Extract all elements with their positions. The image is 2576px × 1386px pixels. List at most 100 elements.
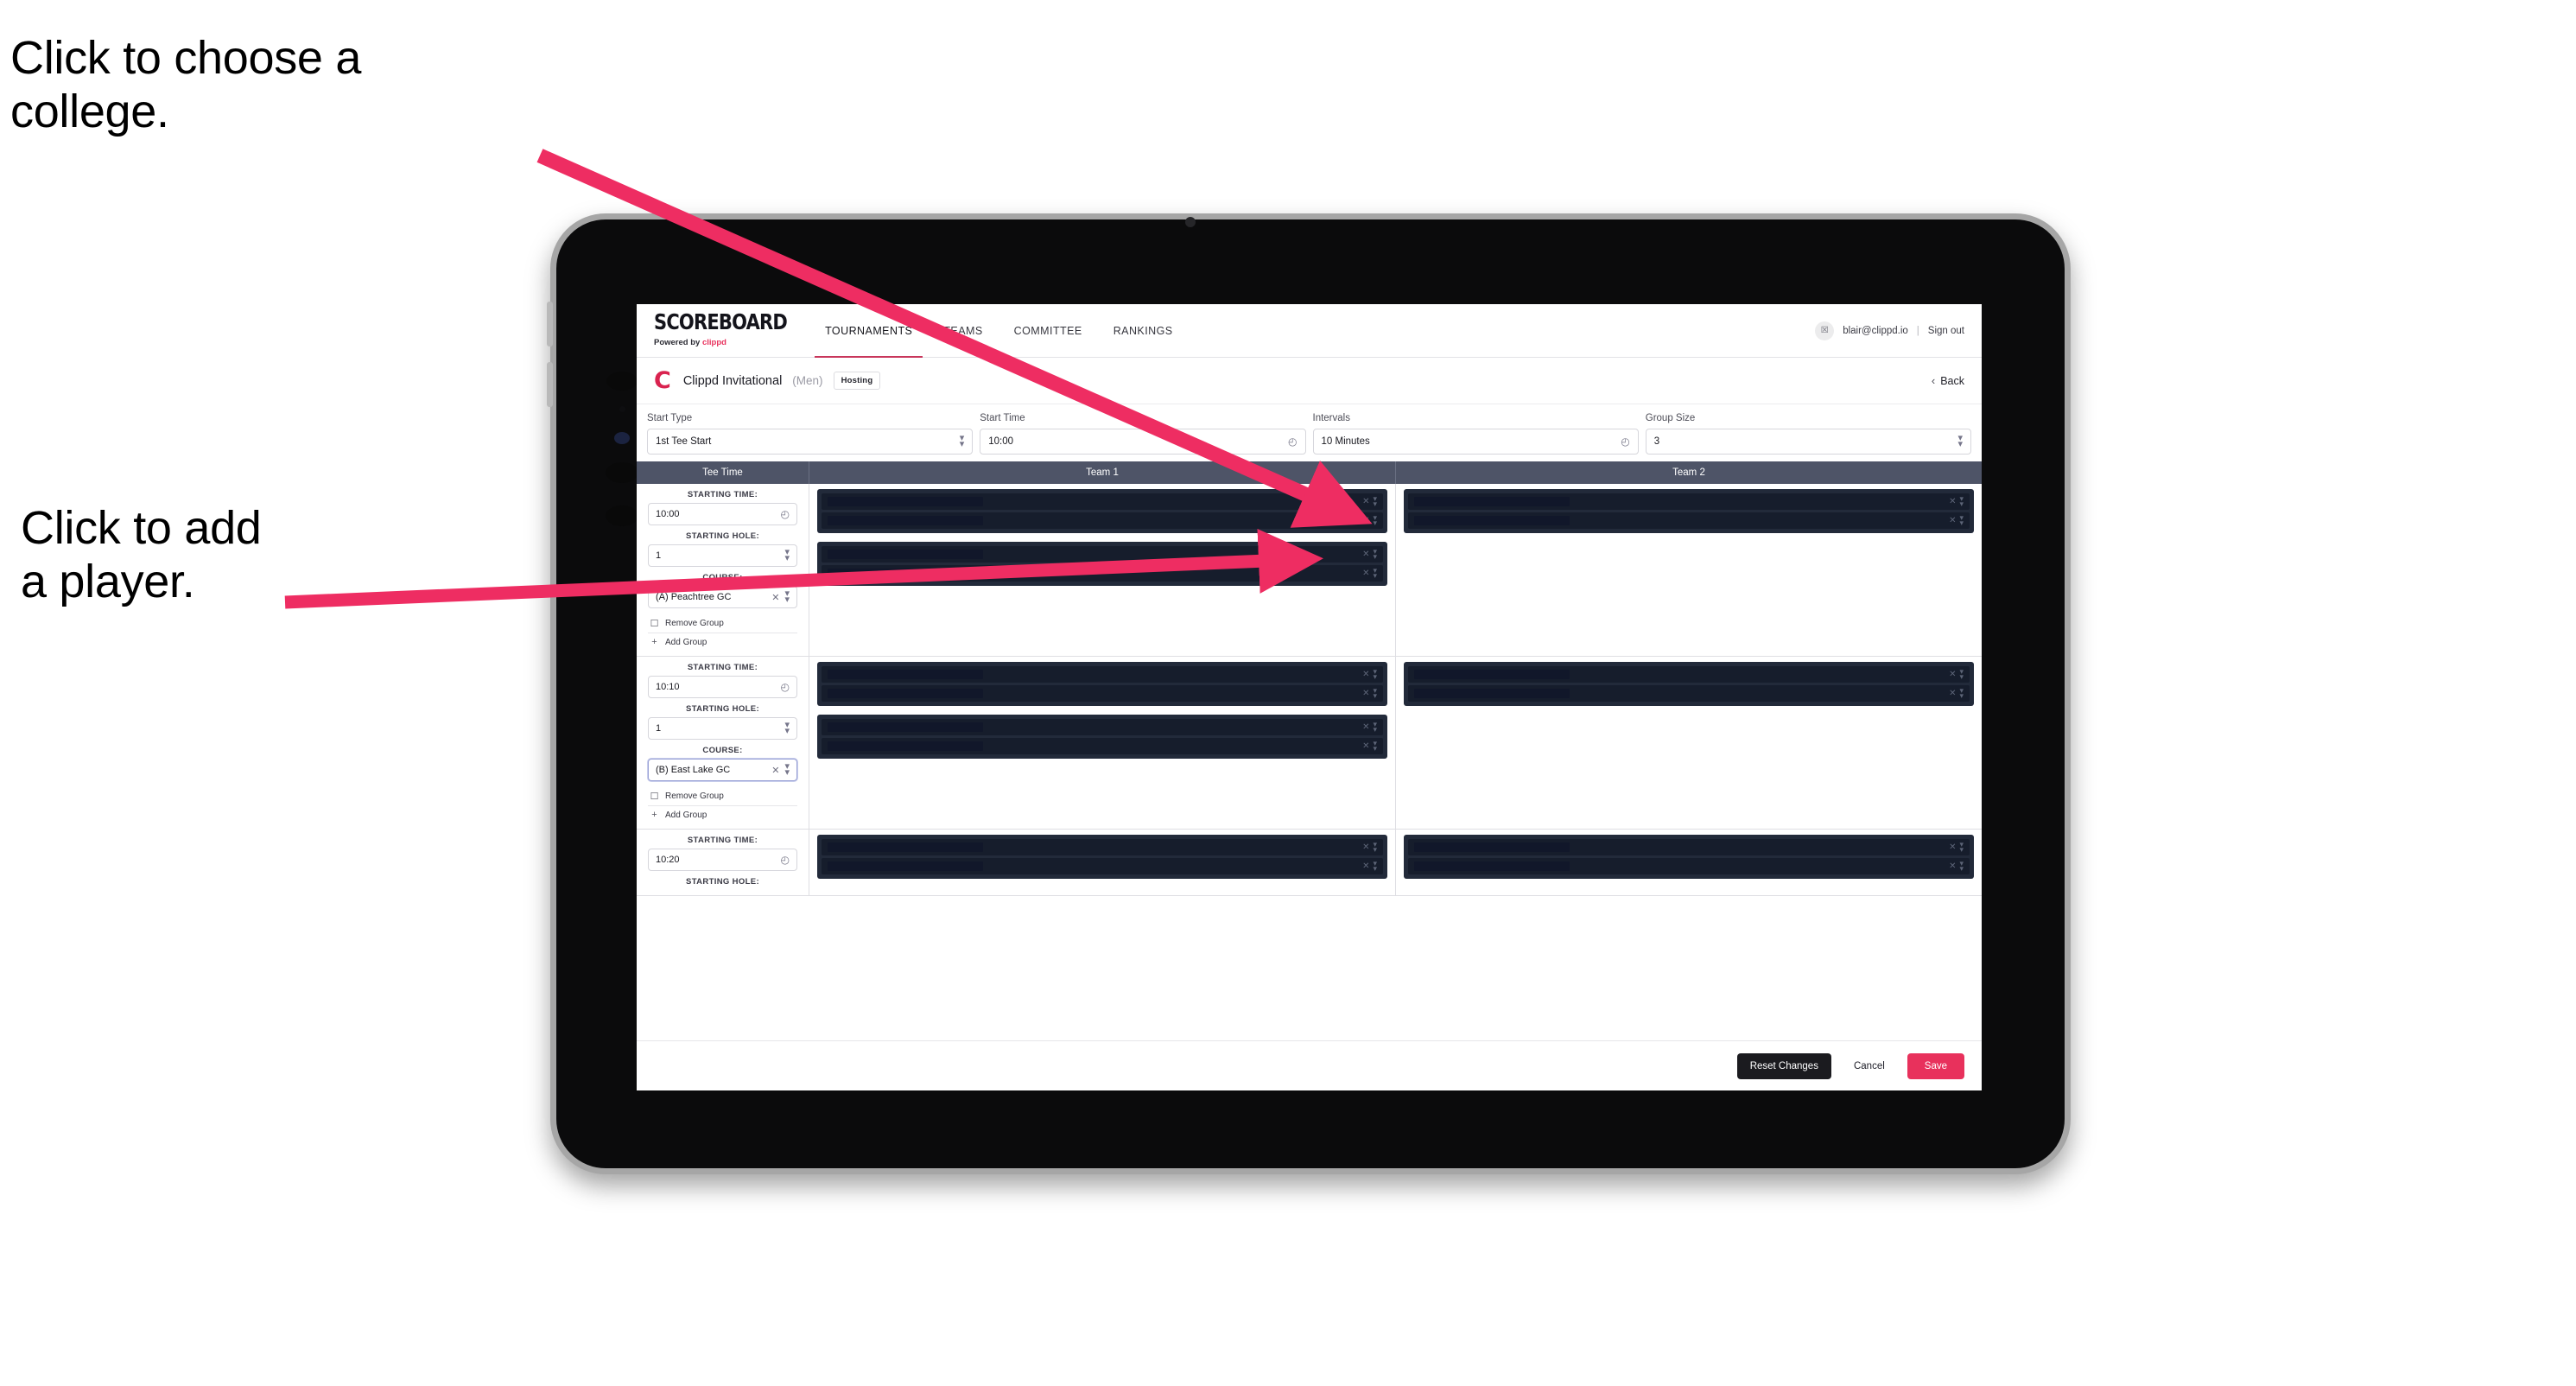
chevron-updown-icon[interactable]: ▾ ▾ <box>1373 547 1377 560</box>
clear-icon[interactable]: ✕ <box>771 765 779 776</box>
player-slot-row[interactable]: ✕ ▾ ▾ <box>822 839 1383 855</box>
player-slot-row[interactable]: ✕ ▾ ▾ <box>822 565 1383 582</box>
player-group-box[interactable]: ✕ ▾ ▾ ✕ ▾ ▾ <box>817 715 1387 759</box>
group-size-select[interactable]: 3 ▾ ▾ <box>1645 429 1971 455</box>
chevron-updown-icon[interactable]: ▾ ▾ <box>1373 566 1377 579</box>
player-slot-row[interactable]: ✕ ▾ ▾ <box>822 493 1383 510</box>
player-group-box[interactable]: ✕ ▾ ▾ ✕ ▾ ▾ <box>1404 835 1974 879</box>
clear-icon[interactable]: ✕ <box>771 592 779 603</box>
course-select[interactable]: (A) Peachtree GC ✕ ▾ ▾ <box>648 586 797 608</box>
player-slot-row[interactable]: ✕ ▾ ▾ <box>822 685 1383 702</box>
player-group-box[interactable]: ✕ ▾ ▾ ✕ ▾ ▾ <box>817 835 1387 879</box>
player-slot-row[interactable]: ✕ ▾ ▾ <box>822 719 1383 735</box>
player-slot-row[interactable]: ✕ ▾ ▾ <box>1408 858 1970 874</box>
player-slot-row[interactable]: ✕ ▾ ▾ <box>822 666 1383 683</box>
clear-icon[interactable]: ✕ <box>1362 741 1369 751</box>
chevron-updown-icon[interactable]: ▾ ▾ <box>784 548 790 563</box>
chevron-updown-icon[interactable]: ▾ ▾ <box>784 589 790 605</box>
chevron-updown-icon[interactable]: ▾ ▾ <box>1373 667 1377 680</box>
clear-icon[interactable]: ✕ <box>1949 861 1956 871</box>
chevron-updown-icon[interactable]: ▾ ▾ <box>1959 686 1964 699</box>
starting-time-input[interactable]: 10:00 ◴ <box>648 503 797 525</box>
back-button[interactable]: ‹ Back <box>1932 374 1964 387</box>
field-start-type-label: Start Type <box>647 413 693 423</box>
tee-sheet-group-row: STARTING TIME: 10:00 ◴ STARTING HOLE: 1 ▾ ▾ COU… <box>637 484 1982 657</box>
save-button[interactable]: Save <box>1907 1052 1964 1079</box>
player-group-box[interactable]: ✕ ▾ ▾ ✕ ▾ ▾ <box>1404 489 1974 533</box>
clear-icon[interactable]: ✕ <box>1362 550 1369 559</box>
chevron-updown-icon[interactable]: ▾ ▾ <box>1373 840 1377 853</box>
chevron-updown-icon[interactable]: ▾ ▾ <box>1373 494 1377 507</box>
chevron-updown-icon[interactable]: ▾ ▾ <box>1959 494 1964 507</box>
remove-group-button-icon: ☐ <box>650 792 659 802</box>
field-intervals: Intervals 10 Minutes ◴ <box>1312 413 1639 455</box>
clear-icon[interactable]: ✕ <box>1949 497 1956 506</box>
sign-out-link[interactable]: Sign out <box>1928 326 1964 336</box>
starting-time-input[interactable]: 10:20 ◴ <box>648 849 797 871</box>
start-type-select[interactable]: 1st Tee Start ▾ ▾ <box>647 429 974 455</box>
player-group-box[interactable]: ✕ ▾ ▾ ✕ ▾ ▾ <box>817 662 1387 706</box>
chevron-updown-icon[interactable]: ▾ ▾ <box>1959 859 1964 872</box>
clear-icon[interactable]: ✕ <box>1362 689 1369 698</box>
chevron-updown-icon[interactable]: ▾ ▾ <box>1373 859 1377 872</box>
tab-tournaments[interactable]: TOURNAMENTS <box>809 304 928 358</box>
starting-hole-input[interactable]: 1 ▾ ▾ <box>648 717 797 740</box>
player-slot-row[interactable]: ✕ ▾ ▾ <box>1408 493 1970 510</box>
player-name-redacted <box>828 722 983 732</box>
player-slot-row[interactable]: ✕ ▾ ▾ <box>822 512 1383 529</box>
clear-icon[interactable]: ✕ <box>1949 689 1956 698</box>
clear-icon[interactable]: ✕ <box>1362 861 1369 871</box>
chevron-updown-icon[interactable]: ▾ ▾ <box>784 721 790 736</box>
clock-icon: ◴ <box>780 854 790 866</box>
chevron-updown-icon[interactable]: ▾ ▾ <box>1959 667 1964 680</box>
player-slot-row[interactable]: ✕ ▾ ▾ <box>1408 839 1970 855</box>
chevron-updown-icon[interactable]: ▾ ▾ <box>1373 513 1377 526</box>
chevron-updown-icon[interactable]: ▾ ▾ <box>1373 720 1377 733</box>
clear-icon[interactable]: ✕ <box>1362 497 1369 506</box>
clear-icon[interactable]: ✕ <box>1362 842 1369 852</box>
tab-rankings[interactable]: RANKINGS <box>1098 304 1189 357</box>
brand-sub-accent: clippd <box>701 338 726 347</box>
player-slot-row[interactable]: ✕ ▾ ▾ <box>1408 666 1970 683</box>
tournament-name: Clippd Invitational <box>682 373 783 388</box>
cancel-button[interactable]: Cancel <box>1843 1053 1895 1079</box>
reset-changes-button[interactable]: Reset Changes <box>1736 1052 1831 1079</box>
clear-icon[interactable]: ✕ <box>1362 670 1369 679</box>
tee-sheet-table-body[interactable]: STARTING TIME: 10:00 ◴ STARTING HOLE: 1 ▾ ▾ COU… <box>637 484 1982 1040</box>
player-slot-row[interactable]: ✕ ▾ ▾ <box>822 858 1383 874</box>
avatar[interactable]: ☒ <box>1815 321 1835 340</box>
player-group-box[interactable]: ✕ ▾ ▾ ✕ ▾ ▾ <box>817 542 1387 586</box>
player-group-box[interactable]: ✕ ▾ ▾ ✕ ▾ ▾ <box>817 489 1387 533</box>
intervals-input[interactable]: 10 Minutes ◴ <box>1312 429 1639 455</box>
tab-committee[interactable]: COMMITTEE <box>999 304 1098 357</box>
player-slot-row[interactable]: ✕ ▾ ▾ <box>822 738 1383 754</box>
player-name-redacted <box>1414 516 1570 525</box>
add-group-button[interactable]: + Add Group <box>648 633 797 651</box>
chevron-updown-icon[interactable]: ▾ ▾ <box>784 762 790 778</box>
chevron-updown-icon[interactable]: ▾ ▾ <box>1373 739 1377 752</box>
starting-hole-input[interactable]: 1 ▾ ▾ <box>648 544 797 567</box>
add-group-button[interactable]: + Add Group <box>648 806 797 823</box>
chevron-updown-icon[interactable]: ▾ ▾ <box>1959 513 1964 526</box>
clear-icon[interactable]: ✕ <box>1949 516 1956 525</box>
clear-icon[interactable]: ✕ <box>1362 722 1369 732</box>
player-slot-row[interactable]: ✕ ▾ ▾ <box>1408 512 1970 529</box>
start-time-input[interactable]: 10:00 ◴ <box>980 429 1306 455</box>
remove-group-button[interactable]: ☐ Remove Group <box>648 787 797 806</box>
field-start-type: Start Type 1st Tee Start ▾ ▾ <box>647 413 974 455</box>
clear-icon[interactable]: ✕ <box>1949 842 1956 852</box>
player-group-box[interactable]: ✕ ▾ ▾ ✕ ▾ ▾ <box>1404 662 1974 706</box>
brand-logo[interactable]: SCOREBOARD Powered by clippd <box>654 304 809 357</box>
remove-group-button[interactable]: ☐ Remove Group <box>648 614 797 633</box>
starting-time-input[interactable]: 10:10 ◴ <box>648 676 797 698</box>
tab-teams[interactable]: TEAMS <box>928 304 998 357</box>
starting-hole-label: STARTING HOLE: <box>686 531 759 541</box>
player-slot-row[interactable]: ✕ ▾ ▾ <box>1408 685 1970 702</box>
chevron-updown-icon[interactable]: ▾ ▾ <box>1959 840 1964 853</box>
course-select[interactable]: (B) East Lake GC ✕ ▾ ▾ <box>648 759 797 781</box>
chevron-updown-icon[interactable]: ▾ ▾ <box>1373 686 1377 699</box>
clear-icon[interactable]: ✕ <box>1362 516 1369 525</box>
clear-icon[interactable]: ✕ <box>1949 670 1956 679</box>
clear-icon[interactable]: ✕ <box>1362 569 1369 578</box>
player-slot-row[interactable]: ✕ ▾ ▾ <box>822 546 1383 563</box>
